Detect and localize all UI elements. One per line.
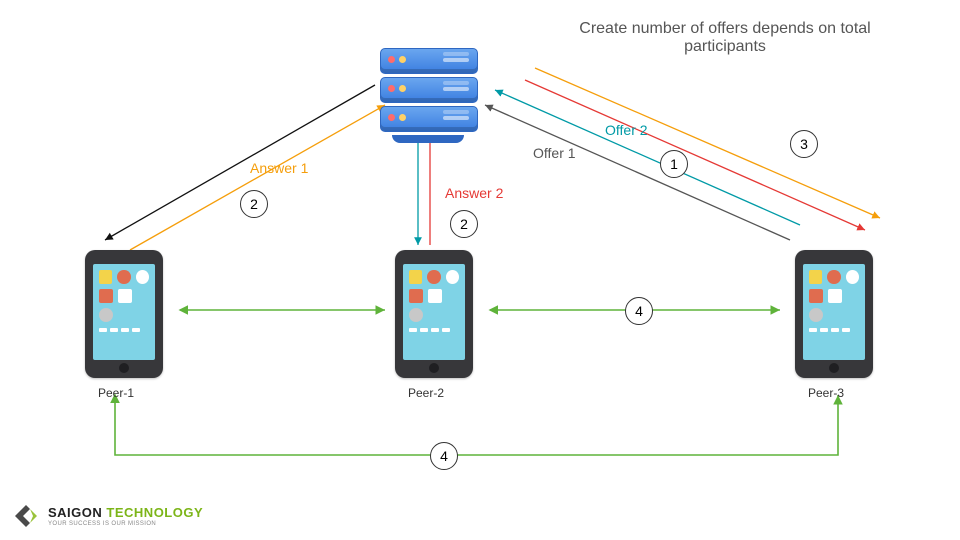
arrow-distribute-orange xyxy=(535,68,880,218)
peer3-device-icon xyxy=(795,250,873,378)
offer1-label: Offer 1 xyxy=(533,145,576,161)
logo-word-accent: TECHNOLOGY xyxy=(106,505,203,520)
caption-text: Create number of offers depends on total… xyxy=(545,20,905,56)
peer1-device-icon xyxy=(85,250,163,378)
brand-logo-text: SAIGON TECHNOLOGY YOUR SUCCESS IS OUR MI… xyxy=(48,505,203,527)
peer2-device-icon xyxy=(395,250,473,378)
peer1-label: Peer-1 xyxy=(98,386,134,400)
logo-subtitle: YOUR SUCCESS IS OUR MISSION xyxy=(48,521,203,527)
arrow-server-to-peer1 xyxy=(105,85,375,240)
arrow-peer1-answer1 xyxy=(130,105,385,250)
step-p2p-bottom: 4 xyxy=(430,442,458,470)
step-answer-p1: 2 xyxy=(240,190,268,218)
brand-logo: SAIGON TECHNOLOGY YOUR SUCCESS IS OUR MI… xyxy=(12,502,203,530)
step-distribute: 3 xyxy=(790,130,818,158)
arrow-distribute-red xyxy=(525,80,865,230)
signaling-server-icon xyxy=(380,48,476,132)
answer1-label: Answer 1 xyxy=(250,160,308,176)
step-answer-p2: 2 xyxy=(450,210,478,238)
answer2-label: Answer 2 xyxy=(445,185,503,201)
diagram-canvas: { "caption": "Create number of offers de… xyxy=(0,0,960,540)
step-p2p: 4 xyxy=(625,297,653,325)
brand-logo-icon xyxy=(12,502,40,530)
step-offers: 1 xyxy=(660,150,688,178)
offer2-label: Offer 2 xyxy=(605,122,648,138)
peer2-label: Peer-2 xyxy=(408,386,444,400)
peer3-label: Peer-3 xyxy=(808,386,844,400)
logo-word-main: SAIGON xyxy=(48,505,102,520)
arrow-p1-p3-bottom xyxy=(115,395,838,455)
